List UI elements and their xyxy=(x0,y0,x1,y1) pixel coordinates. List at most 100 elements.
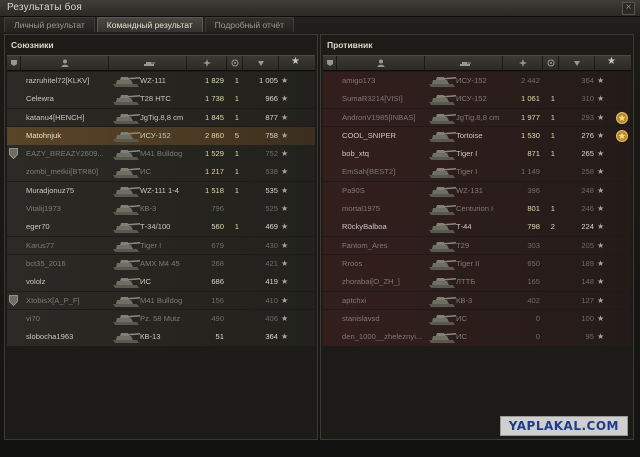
damage-value: 1 217 xyxy=(204,167,224,177)
player-name: zhorabai[O_ZH_] xyxy=(342,277,400,287)
tank-icon xyxy=(113,333,140,344)
star-icon: ★ xyxy=(597,167,605,177)
player-row[interactable]: eger70 Т-34/100 560 1 469 ★ xyxy=(7,218,315,237)
xp-value: 95 xyxy=(585,332,594,342)
player-row[interactable]: Karus77 Tiger I 679 430 ★ xyxy=(7,236,315,255)
player-row[interactable]: vi70 Pz. 58 Mutz 490 406 ★ xyxy=(7,309,315,328)
star-icon: ★ xyxy=(597,130,605,140)
damage-value: 1 829 xyxy=(204,76,224,85)
player-row[interactable]: katanu4[HENCH] JgTig.8,8 cm 1 845 1 877 … xyxy=(7,108,315,127)
platoon-column[interactable] xyxy=(7,56,21,70)
player-column[interactable] xyxy=(337,56,425,70)
player-icon xyxy=(377,59,385,67)
player-name: Matohnjuk xyxy=(26,130,62,140)
damage-column[interactable] xyxy=(503,56,543,70)
star-icon: ★ xyxy=(597,258,605,268)
platoon-icon xyxy=(9,294,18,306)
player-row[interactable]: AndronV1985[INBAS] JgTig.8,8 cm 1 977 1 … xyxy=(323,108,631,127)
tab-detailed[interactable]: Подробный отчёт xyxy=(204,17,294,32)
player-row[interactable]: Rroos Tiger II 650 189 ★ xyxy=(323,254,631,273)
kills-column[interactable] xyxy=(543,56,559,70)
kills-value: 1 xyxy=(550,149,555,159)
xp-column[interactable] xyxy=(559,56,595,70)
player-row[interactable]: SumaR3214[VISI] ИСУ-152 1 061 1 310 ★ xyxy=(323,90,631,109)
xp-column[interactable] xyxy=(243,56,279,70)
tank-icon xyxy=(429,296,456,307)
kills-value: 1 xyxy=(550,112,555,122)
damage-value: 798 xyxy=(527,222,540,232)
damage-value: 156 xyxy=(211,295,224,305)
player-row[interactable]: EAZY_BREAZY2609... M41 Bulldog 1 529 1 7… xyxy=(7,145,315,163)
player-row[interactable]: XtobisX[A_P_F] M41 Bulldog 156 410 ★ xyxy=(7,291,315,310)
damage-value: 679 xyxy=(211,240,224,250)
tank-icon xyxy=(113,278,140,289)
star-icon: ★ xyxy=(597,149,605,159)
tank-icon xyxy=(429,168,456,179)
player-column[interactable] xyxy=(21,56,109,70)
tab-team[interactable]: Командный результат xyxy=(96,17,203,32)
player-row[interactable]: bct35_2016 AMX M4 45 268 421 ★ xyxy=(7,254,315,273)
platoon-icon xyxy=(9,148,18,160)
player-row[interactable]: Matohnjuk ИСУ-152 2 860 5 758 ★ xyxy=(7,126,315,145)
star-icon: ★ xyxy=(597,295,605,305)
player-row[interactable]: stanislavsd ИС 0 100 ★ xyxy=(323,309,631,328)
kills-icon xyxy=(231,59,239,67)
kills-column[interactable] xyxy=(227,56,243,70)
player-row[interactable]: slobocha1963 КВ-13 51 364 ★ xyxy=(7,328,315,346)
platoon-icon xyxy=(11,60,17,66)
player-row[interactable]: amigo173 ИСУ-152 2 442 364 ★ xyxy=(323,72,631,90)
player-row[interactable]: R0ckyBalboa Т-44 798 2 224 ★ xyxy=(323,218,631,237)
xp-value: 265 xyxy=(581,149,594,159)
xp-value: 419 xyxy=(265,277,278,287)
xp-value: 966 xyxy=(265,94,278,104)
player-row[interactable]: bob_xtq Tiger I 871 1 265 ★ xyxy=(323,145,631,163)
player-row[interactable]: Muradjonuz75 WZ-111 1-4 1 518 1 535 ★ xyxy=(7,181,315,200)
star-icon: ★ xyxy=(607,56,616,67)
rating-column[interactable]: ★ xyxy=(279,56,315,70)
player-row[interactable]: COOL_SNIPER Tortoise 1 530 1 276 ★ xyxy=(323,126,631,145)
player-row[interactable]: zombi_metkii[BTR80] ИС 1 217 1 538 ★ xyxy=(7,163,315,182)
tank-icon xyxy=(429,333,456,344)
enemies-header: ★ xyxy=(323,55,631,71)
player-row[interactable]: aptchxi КВ-3 402 127 ★ xyxy=(323,291,631,310)
tank-icon xyxy=(429,278,456,289)
tank-icon xyxy=(113,186,140,197)
damage-value: 2 860 xyxy=(204,130,224,140)
xp-value: 310 xyxy=(581,94,594,104)
star-icon: ★ xyxy=(597,185,605,195)
vehicle-column[interactable] xyxy=(109,56,187,70)
vehicle-column[interactable] xyxy=(425,56,503,70)
player-row[interactable]: Pa90S WZ-131 396 248 ★ xyxy=(323,181,631,200)
player-name: mortal1975 xyxy=(342,204,380,214)
player-row[interactable]: Vitalij1973 КВ-3 796 525 ★ xyxy=(7,200,315,218)
star-icon: ★ xyxy=(281,76,289,85)
rating-column[interactable]: ★ xyxy=(595,56,631,70)
player-row[interactable]: vololz ИС 686 419 ★ xyxy=(7,273,315,292)
xp-value: 100 xyxy=(581,313,594,323)
xp-value: 364 xyxy=(581,76,594,85)
platoon-column[interactable] xyxy=(323,56,337,70)
damage-column[interactable] xyxy=(187,56,227,70)
kills-value: 2 xyxy=(550,222,555,232)
player-name: bct35_2016 xyxy=(26,258,66,268)
star-icon: ★ xyxy=(281,167,289,177)
player-row[interactable]: Fantom_Ares T29 303 205 ★ xyxy=(323,236,631,255)
player-row[interactable]: Celewra T28 HTC 1 738 1 966 ★ xyxy=(7,90,315,109)
player-row[interactable]: EmSah[BEST2] Tiger I 1 149 258 ★ xyxy=(323,163,631,182)
close-icon[interactable]: × xyxy=(622,2,635,15)
player-name: R0ckyBalboa xyxy=(342,222,387,232)
tab-personal[interactable]: Личный результат xyxy=(4,17,95,32)
star-icon: ★ xyxy=(281,222,289,232)
player-name: AndronV1985[INBAS] xyxy=(342,112,416,122)
star-icon: ★ xyxy=(281,258,289,268)
player-name: katanu4[HENCH] xyxy=(26,112,85,122)
damage-value: 0 xyxy=(535,332,540,342)
player-row[interactable]: zhorabai[O_ZH_] ЛТТБ 165 148 ★ xyxy=(323,273,631,292)
player-row[interactable]: den_1000__zheleznyi... ИС 0 95 ★ xyxy=(323,328,631,346)
player-row[interactable]: mortal1975 Centurion I 801 1 246 ★ xyxy=(323,200,631,218)
star-icon: ★ xyxy=(597,112,605,122)
player-row[interactable]: razruhitel72[KLKV] WZ-111 1 829 1 1 005 … xyxy=(7,72,315,90)
damage-value: 303 xyxy=(527,240,540,250)
player-name: slobocha1963 xyxy=(26,332,74,342)
medal-icon xyxy=(616,129,628,142)
